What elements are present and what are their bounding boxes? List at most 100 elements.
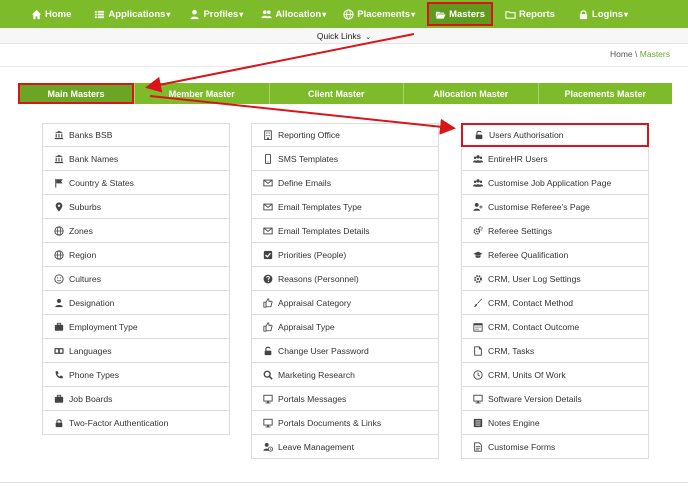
breadcrumb-current: Masters — [639, 49, 670, 59]
list-item-users-authorisation[interactable]: Users Authorisation — [461, 123, 649, 147]
list-item[interactable]: Customise Forms — [461, 435, 649, 459]
list-item[interactable]: Zones — [42, 219, 230, 243]
chevron-down-icon: ▾ — [411, 9, 416, 19]
list-item[interactable]: Reasons (Personnel) — [251, 267, 439, 291]
list-item[interactable]: EntireHR Users — [461, 147, 649, 171]
tab-member-master[interactable]: Member Master — [134, 83, 269, 104]
nav-applications[interactable]: Applications ▾ — [94, 0, 170, 28]
list-item[interactable]: Suburbs — [42, 195, 230, 219]
list-item[interactable]: SMS Templates — [251, 147, 439, 171]
building-icon — [262, 130, 273, 141]
quick-links-toggle[interactable]: Quick Links ⌄ — [0, 28, 688, 44]
list-item[interactable]: Leave Management — [251, 435, 439, 459]
file-text-icon — [472, 441, 483, 452]
clock-icon — [472, 369, 483, 380]
tab-main-masters[interactable]: Main Masters — [18, 83, 134, 104]
briefcase-icon — [53, 393, 64, 404]
list-item[interactable]: Banks BSB — [42, 123, 230, 147]
list-item[interactable]: Employment Type — [42, 315, 230, 339]
breadcrumb-separator: \ — [632, 49, 640, 59]
list-item[interactable]: Reporting Office — [251, 123, 439, 147]
quick-links-label: Quick Links — [316, 31, 361, 41]
tab-client-master[interactable]: Client Master — [268, 83, 404, 104]
list-item[interactable]: CRM, Contact Outcome — [461, 315, 649, 339]
list-item[interactable]: Two-Factor Authentication — [42, 411, 230, 435]
list-item[interactable]: Portals Messages — [251, 387, 439, 411]
lock-icon — [578, 9, 589, 20]
lock-icon — [53, 417, 64, 428]
thumbs-up-icon — [262, 297, 273, 308]
people-icon — [261, 9, 272, 20]
list-item[interactable]: Appraisal Type — [251, 315, 439, 339]
check-square-icon — [262, 249, 273, 260]
list-item[interactable]: Email Templates Details — [251, 219, 439, 243]
bank-icon — [53, 153, 64, 164]
mobile-icon — [262, 153, 273, 164]
envelope-icon — [262, 201, 273, 212]
list-item[interactable]: Region — [42, 243, 230, 267]
envelope-icon — [262, 225, 273, 236]
monitor-icon — [262, 417, 273, 428]
breadcrumb: Home \ Masters — [610, 49, 670, 59]
nav-masters-label: Masters — [449, 8, 485, 20]
nav-allocation[interactable]: Allocation ▾ — [261, 0, 326, 28]
chevron-down-icon: ▾ — [624, 9, 629, 19]
list-item[interactable]: Software Version Details — [461, 387, 649, 411]
list-item[interactable]: Referee Settings — [461, 219, 649, 243]
list-item[interactable]: Email Templates Type — [251, 195, 439, 219]
brush-icon — [472, 297, 483, 308]
nav-masters[interactable]: Masters — [427, 2, 493, 26]
cogs-icon — [472, 225, 483, 236]
list-item[interactable]: Referee Qualification — [461, 243, 649, 267]
list-item[interactable]: Notes Engine — [461, 411, 649, 435]
list-item[interactable]: Appraisal Category — [251, 291, 439, 315]
masters-tabs: Main Masters Member Master Client Master… — [18, 83, 672, 104]
list-icon — [472, 417, 483, 428]
chevron-down-icon: ▾ — [166, 9, 171, 19]
nav-reports[interactable]: Reports — [505, 0, 555, 28]
divider — [0, 66, 688, 67]
list-item[interactable]: Designation — [42, 291, 230, 315]
list-item[interactable]: Customise Job Application Page — [461, 171, 649, 195]
list-item[interactable]: Priorities (People) — [251, 243, 439, 267]
list-item[interactable]: Phone Types — [42, 363, 230, 387]
list-item[interactable]: Job Boards — [42, 387, 230, 411]
list-item[interactable]: Languages — [42, 339, 230, 363]
list-item[interactable]: CRM, Units Of Work — [461, 363, 649, 387]
globe-icon — [53, 225, 64, 236]
nav-placements[interactable]: Placements ▾ — [343, 0, 415, 28]
tab-placements-master[interactable]: Placements Master — [537, 83, 673, 104]
list-item[interactable]: Define Emails — [251, 171, 439, 195]
list-item[interactable]: CRM, Tasks — [461, 339, 649, 363]
nav-allocation-label: Allocation — [275, 8, 322, 20]
masters-column-1: Banks BSB Bank Names Country & States Su… — [42, 123, 230, 435]
envelope-icon — [262, 177, 273, 188]
list-item[interactable]: Cultures — [42, 267, 230, 291]
home-icon — [31, 9, 42, 20]
list-item[interactable]: CRM, User Log Settings — [461, 267, 649, 291]
user-clock-icon — [262, 441, 273, 452]
breadcrumb-home[interactable]: Home — [610, 49, 633, 59]
nav-profiles[interactable]: Profiles ▾ — [189, 0, 243, 28]
list-item[interactable]: CRM, Contact Method — [461, 291, 649, 315]
nav-home[interactable]: Home — [31, 0, 71, 28]
masters-column-2: Reporting Office SMS Templates Define Em… — [251, 123, 439, 459]
chevron-down-icon: ▾ — [239, 9, 244, 19]
question-circle-icon — [262, 273, 273, 284]
masters-column-3: Users Authorisation EntireHR Users Custo… — [461, 123, 649, 459]
nav-profiles-label: Profiles — [203, 8, 239, 20]
list-item[interactable]: Change User Password — [251, 339, 439, 363]
top-navigation: Home Applications ▾ Profiles ▾ Allocatio… — [0, 0, 688, 28]
nav-logins[interactable]: Logins ▾ — [578, 0, 628, 28]
tab-allocation-master[interactable]: Allocation Master — [403, 83, 538, 104]
nav-reports-label: Reports — [519, 8, 555, 20]
list-icon — [94, 9, 105, 20]
list-item[interactable]: Customise Referee's Page — [461, 195, 649, 219]
list-item[interactable]: Bank Names — [42, 147, 230, 171]
thumbs-up-icon — [262, 321, 273, 332]
smile-icon — [53, 273, 64, 284]
list-item[interactable]: Marketing Research — [251, 363, 439, 387]
list-item[interactable]: Country & States — [42, 171, 230, 195]
list-item[interactable]: Portals Documents & Links — [251, 411, 439, 435]
nav-logins-label: Logins — [591, 8, 624, 20]
